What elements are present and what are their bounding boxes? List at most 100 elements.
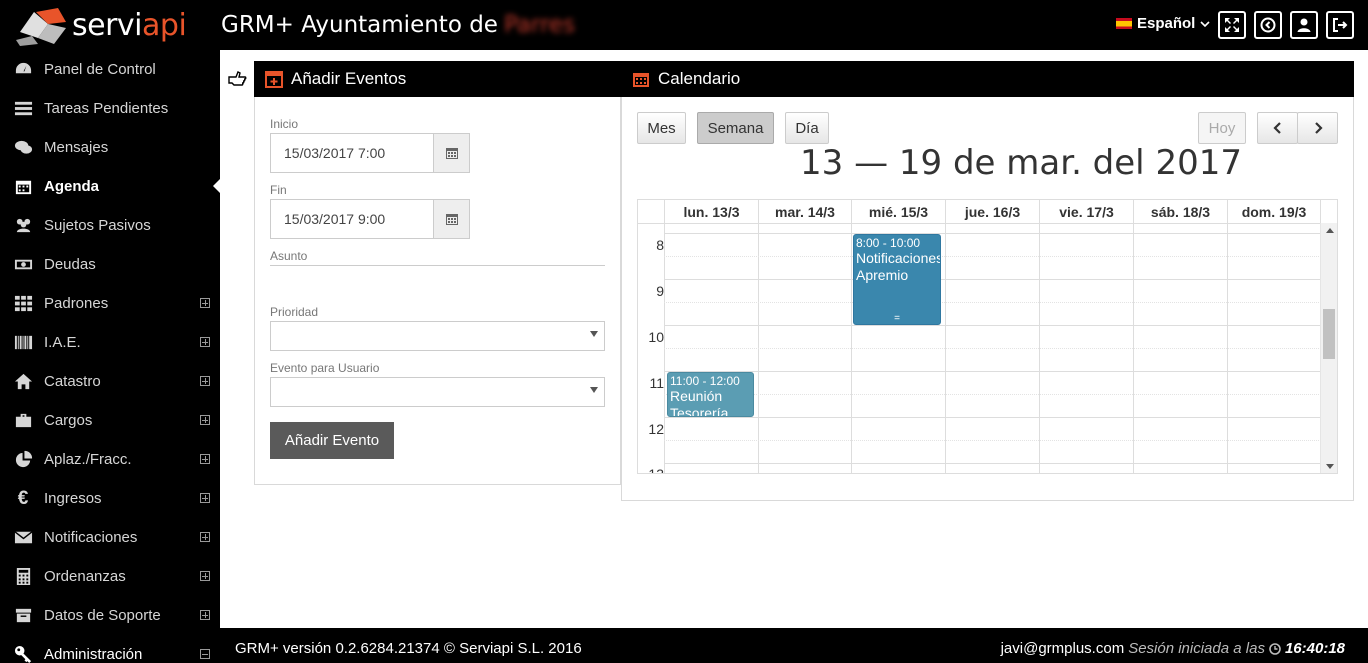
event-name: Reunión Tesorería — [670, 388, 729, 417]
sidebar-item-tareas[interactable]: Tareas Pendientes — [0, 89, 220, 128]
expand-icon[interactable] — [200, 571, 210, 581]
day-header: jue. 16/3 — [945, 200, 1039, 223]
scroll-up-icon[interactable] — [1326, 228, 1334, 233]
subject-label: Asunto — [270, 249, 308, 263]
expand-icon[interactable] — [200, 454, 210, 464]
sidebar-item-label: Mensajes — [44, 139, 109, 156]
spain-flag-icon — [1116, 18, 1132, 29]
hand-pointer-icon[interactable] — [228, 70, 248, 88]
sidebar-item-label: Aplaz./Fracc. — [44, 451, 132, 468]
resize-handle[interactable]: = — [854, 313, 940, 324]
priority-select[interactable] — [270, 321, 605, 351]
day-header: mié. 15/3 — [851, 200, 945, 223]
sidebar-item-notificaciones[interactable]: Notificaciones — [0, 518, 220, 557]
redacted-town: Parres — [503, 12, 576, 38]
sidebar-item-label: Padrones — [44, 295, 109, 312]
sidebar-item-sujetos[interactable]: Sujetos Pasivos — [0, 206, 220, 245]
next-week-button[interactable] — [1297, 112, 1338, 144]
calendar-plus-icon — [265, 71, 283, 88]
sidebar-item-label: Deudas — [44, 256, 96, 273]
sidebar-item-ordenanzas[interactable]: Ordenanzas — [0, 557, 220, 596]
sidebar-item-datos-soporte[interactable]: Datos de Soporte — [0, 596, 220, 635]
expand-icon[interactable] — [200, 415, 210, 425]
sidebar-item-label: Cargos — [44, 412, 93, 429]
sidebar-item-panel-control[interactable]: Panel de Control — [0, 50, 220, 89]
session-time: 16:40:18 — [1284, 640, 1345, 657]
sidebar-item-label: Datos de Soporte — [44, 607, 161, 624]
sidebar-item-mensajes[interactable]: Mensajes — [0, 128, 220, 167]
expand-icon[interactable] — [200, 532, 210, 542]
logo-mark-icon — [16, 8, 66, 46]
session-label: Sesión iniciada a las — [1128, 640, 1265, 657]
sidebar-item-padrones[interactable]: Padrones — [0, 284, 220, 323]
chevron-right-icon — [1314, 122, 1323, 134]
back-button[interactable] — [1254, 11, 1282, 39]
sidebar-item-aplaz[interactable]: Aplaz./Fracc. — [0, 440, 220, 479]
calendar-picker-icon[interactable] — [433, 134, 469, 172]
grid-icon — [13, 294, 33, 314]
calendar-event[interactable]: 11:00 - 12:00 Reunión Tesorería — [667, 372, 754, 417]
calendar-icon — [13, 177, 33, 197]
prev-week-button[interactable] — [1257, 112, 1298, 144]
end-datetime-value: 15/03/2017 9:00 — [284, 211, 386, 227]
serviapi-logo[interactable]: serviapi — [14, 4, 204, 46]
expand-icon[interactable] — [200, 610, 210, 620]
sidebar-item-deudas[interactable]: Deudas — [0, 245, 220, 284]
sidebar-item-catastro[interactable]: Catastro — [0, 362, 220, 401]
start-datetime-field[interactable]: 15/03/2017 7:00 — [270, 133, 470, 173]
sidebar-item-label: Tareas Pendientes — [44, 100, 169, 117]
sidebar-item-label: Administración — [44, 646, 143, 663]
expand-icon[interactable] — [200, 493, 210, 503]
language-selector[interactable]: Español — [1116, 15, 1210, 32]
start-datetime-value: 15/03/2017 7:00 — [284, 145, 386, 161]
calendar-title: Calendario — [658, 69, 741, 88]
end-datetime-field[interactable]: 15/03/2017 9:00 — [270, 199, 470, 239]
sidebar-item-label: Agenda — [44, 178, 100, 195]
scroll-down-icon[interactable] — [1326, 464, 1334, 469]
day-header: mar. 14/3 — [758, 200, 851, 223]
day-header: dom. 19/3 — [1227, 200, 1321, 223]
user-event-label: Evento para Usuario — [270, 361, 380, 375]
sidebar-item-label: Catastro — [44, 373, 101, 390]
sidebar-item-administracion[interactable]: Administración — [0, 635, 220, 663]
sign-out-icon — [1333, 18, 1348, 32]
briefcase-icon — [13, 411, 33, 431]
calendar-event[interactable]: 8:00 - 10:00 Notificaciones Apremio = — [853, 234, 941, 325]
messages-icon — [13, 138, 33, 158]
sidebar-item-cargos[interactable]: Cargos — [0, 401, 220, 440]
money-icon — [13, 255, 33, 275]
day-header: vie. 17/3 — [1039, 200, 1133, 223]
view-month-button[interactable]: Mes — [637, 112, 686, 144]
sidebar-item-iae[interactable]: I.A.E. — [0, 323, 220, 362]
euro-icon: € — [17, 487, 29, 509]
collapse-icon[interactable] — [200, 649, 210, 659]
folder-icon — [13, 606, 33, 626]
user-profile-button[interactable] — [1290, 11, 1318, 39]
today-button[interactable]: Hoy — [1198, 112, 1246, 144]
sidebar-item-agenda[interactable]: Agenda — [0, 167, 220, 206]
user-icon — [1297, 18, 1311, 32]
hour-label: 8 — [656, 237, 664, 253]
event-time: 11:00 - 12:00 — [670, 374, 740, 388]
sidebar-item-ingresos[interactable]: € Ingresos — [0, 479, 220, 518]
barcode-icon — [13, 333, 33, 353]
footer: GRM+ versión 0.2.6284.21374 © Serviapi S… — [220, 628, 1368, 663]
user-event-select[interactable] — [270, 377, 605, 407]
logout-button[interactable] — [1326, 11, 1354, 39]
grid-scrollbar[interactable] — [1320, 223, 1337, 473]
expand-icon[interactable] — [200, 376, 210, 386]
view-day-button[interactable]: Día — [785, 112, 829, 144]
hour-label: 11 — [649, 375, 664, 391]
subject-input[interactable] — [270, 265, 605, 293]
add-event-button[interactable]: Añadir Evento — [270, 422, 394, 459]
expand-icon[interactable] — [200, 337, 210, 347]
home-icon — [13, 372, 33, 392]
expand-icon[interactable] — [200, 298, 210, 308]
fullscreen-button[interactable] — [1218, 11, 1246, 39]
calendar-range-title: 13 — 19 de mar. del 2017 — [800, 143, 1242, 183]
view-week-button[interactable]: Semana — [697, 112, 774, 144]
calendar-picker-icon[interactable] — [433, 200, 469, 238]
scroll-thumb[interactable] — [1323, 309, 1335, 359]
chevron-left-icon — [1272, 122, 1281, 134]
week-grid: lun. 13/3 mar. 14/3 mié. 15/3 jue. 16/3 … — [637, 199, 1338, 474]
